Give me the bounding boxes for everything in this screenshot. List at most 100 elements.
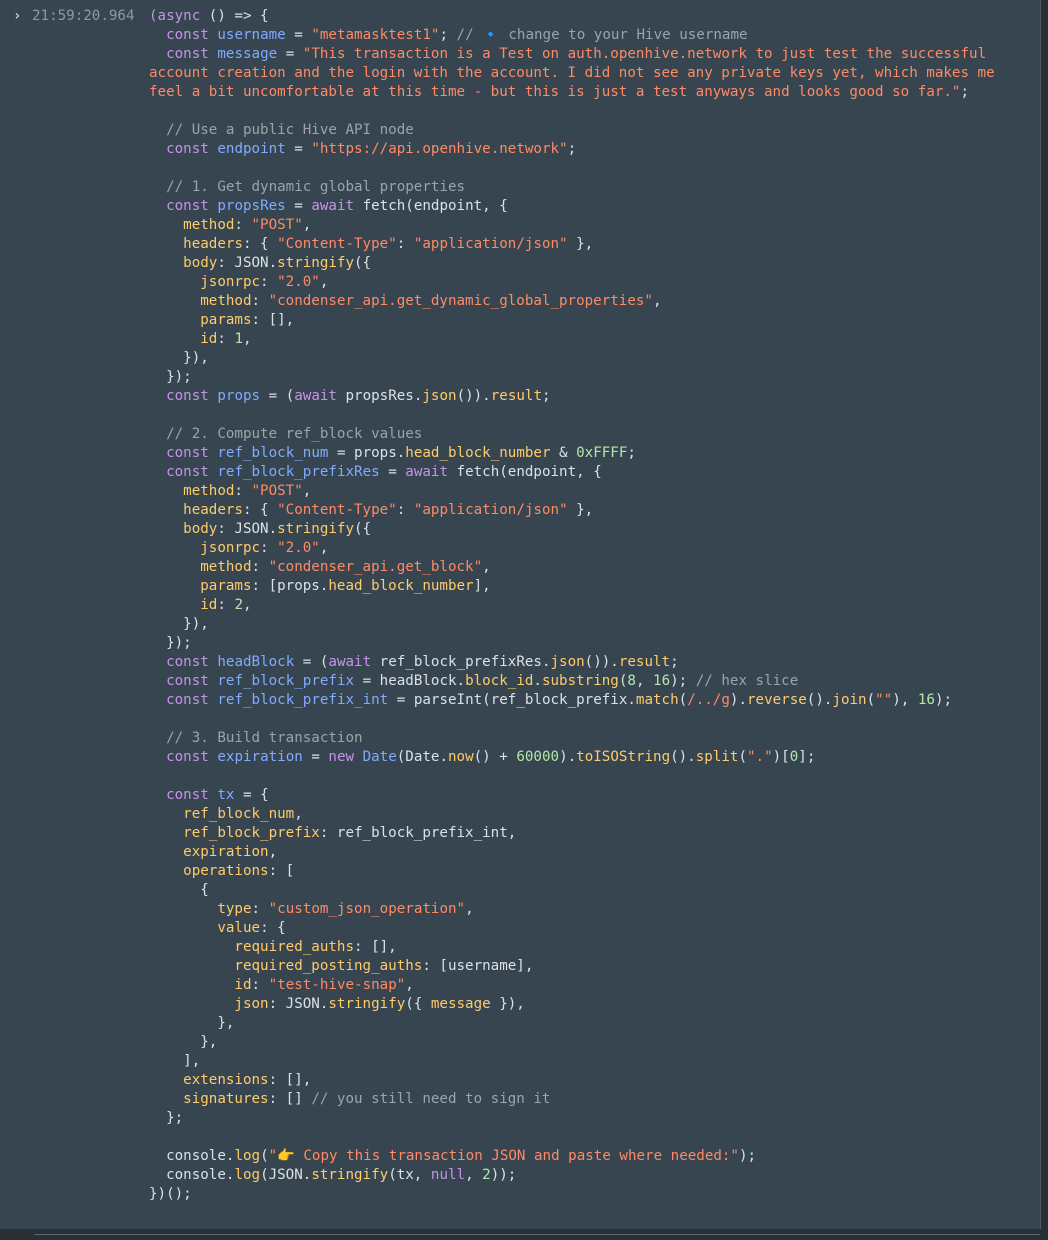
code-token: = ( [294,654,329,670]
code-token: , [302,217,312,233]
code-line: // Use a public Hive API node [149,121,1029,140]
code-token: const [166,787,209,803]
code-token: const [166,692,209,708]
code-line: const ref_block_prefixRes = await fetch(… [149,463,1029,482]
code-token: }); [149,369,192,385]
code-token: "test-hive-snap" [268,977,406,993]
code-token: const [166,388,209,404]
code-token: jsonrpc [200,274,261,290]
code-token: ); [934,692,953,708]
code-token: ({ [405,996,431,1012]
code-token: "Content-Type" [277,502,397,518]
code-token: 1 [234,331,243,347]
code-token: await [311,198,355,214]
code-token: : ref_block_prefix_int, [319,825,517,841]
code-token: stringify [311,1167,389,1183]
code-token: "👉 Copy this transaction JSON and paste … [268,1148,739,1164]
code-line: }), [149,615,1029,634]
code-line: id: 1, [149,330,1029,349]
code-token: "" [875,692,893,708]
code-token: ]; [798,749,816,765]
code-token: ; [960,84,969,100]
code-token: match [635,692,679,708]
code-token: split [695,749,739,765]
code-line: json: JSON.stringify({ message }), [149,995,1029,1014]
code-line: value: { [149,919,1029,938]
code-token: method [183,217,235,233]
code-token: ()). [456,388,491,404]
code-token: 16 [917,692,935,708]
code-token: ( [678,692,688,708]
code-token: 0 [789,749,799,765]
code-token: = { [234,787,269,803]
code-token: : [217,331,235,347]
code-token: "application/json" [413,236,568,252]
code-token: : [234,217,252,233]
code-token: : [username], [422,958,534,974]
code-token: result [618,654,671,670]
code-line: method: "POST", [149,482,1029,501]
code-token: : [props. [251,578,329,594]
code-token: , [482,559,491,575]
code-token: , [652,293,662,309]
code-token: fetch(endpoint, { [448,464,602,480]
code-token: ); [738,1148,757,1164]
code-line: required_auths: [], [149,938,1029,957]
code-token: ; [567,141,577,157]
code-line: expiration, [149,843,1029,862]
code-line: extensions: [], [149,1071,1029,1090]
prompt-chevron-icon[interactable]: › [13,7,21,26]
code-token: (tx, [388,1167,431,1183]
console-input-divider [34,1234,1040,1235]
code-token: = headBlock. [354,673,466,689]
code-token: json [550,654,585,670]
code-token: join [832,692,867,708]
code-token: const [166,654,209,670]
code-token: : JSON. [217,521,278,537]
code-token: headers [183,502,243,518]
code-token: await [405,464,448,480]
code-line: }, [149,1014,1029,1033]
code-token: headers [183,236,243,252]
code-token: }), [149,616,209,632]
code-token: })(); [149,1186,192,1202]
log-timestamp: 21:59:20.964 [32,8,135,24]
code-token: body [183,255,218,271]
code-line: }; [149,1109,1029,1128]
code-token: : [251,977,269,993]
code-token: required_posting_auths [234,958,423,974]
code-line: const props = (await propsRes.json()).re… [149,387,1029,406]
code-token: "custom_json_operation" [268,901,466,917]
code-token: ref_block_num [217,445,329,461]
console-code-block[interactable]: (async () => { const username = "metamas… [149,7,1029,1204]
code-token: ), [892,692,918,708]
code-token: ({ [354,255,372,271]
code-line: const message = "This transaction is a T… [149,45,1029,102]
code-token: console. [149,1167,235,1183]
code-token: = parseInt(ref_block_prefix. [388,692,636,708]
code-token: (). [806,692,833,708]
code-token: }; [149,1110,184,1126]
code-line: (async () => { [149,7,1029,26]
code-token: log [234,1167,261,1183]
code-token: : JSON. [268,996,329,1012]
code-line: jsonrpc: "2.0", [149,539,1029,558]
